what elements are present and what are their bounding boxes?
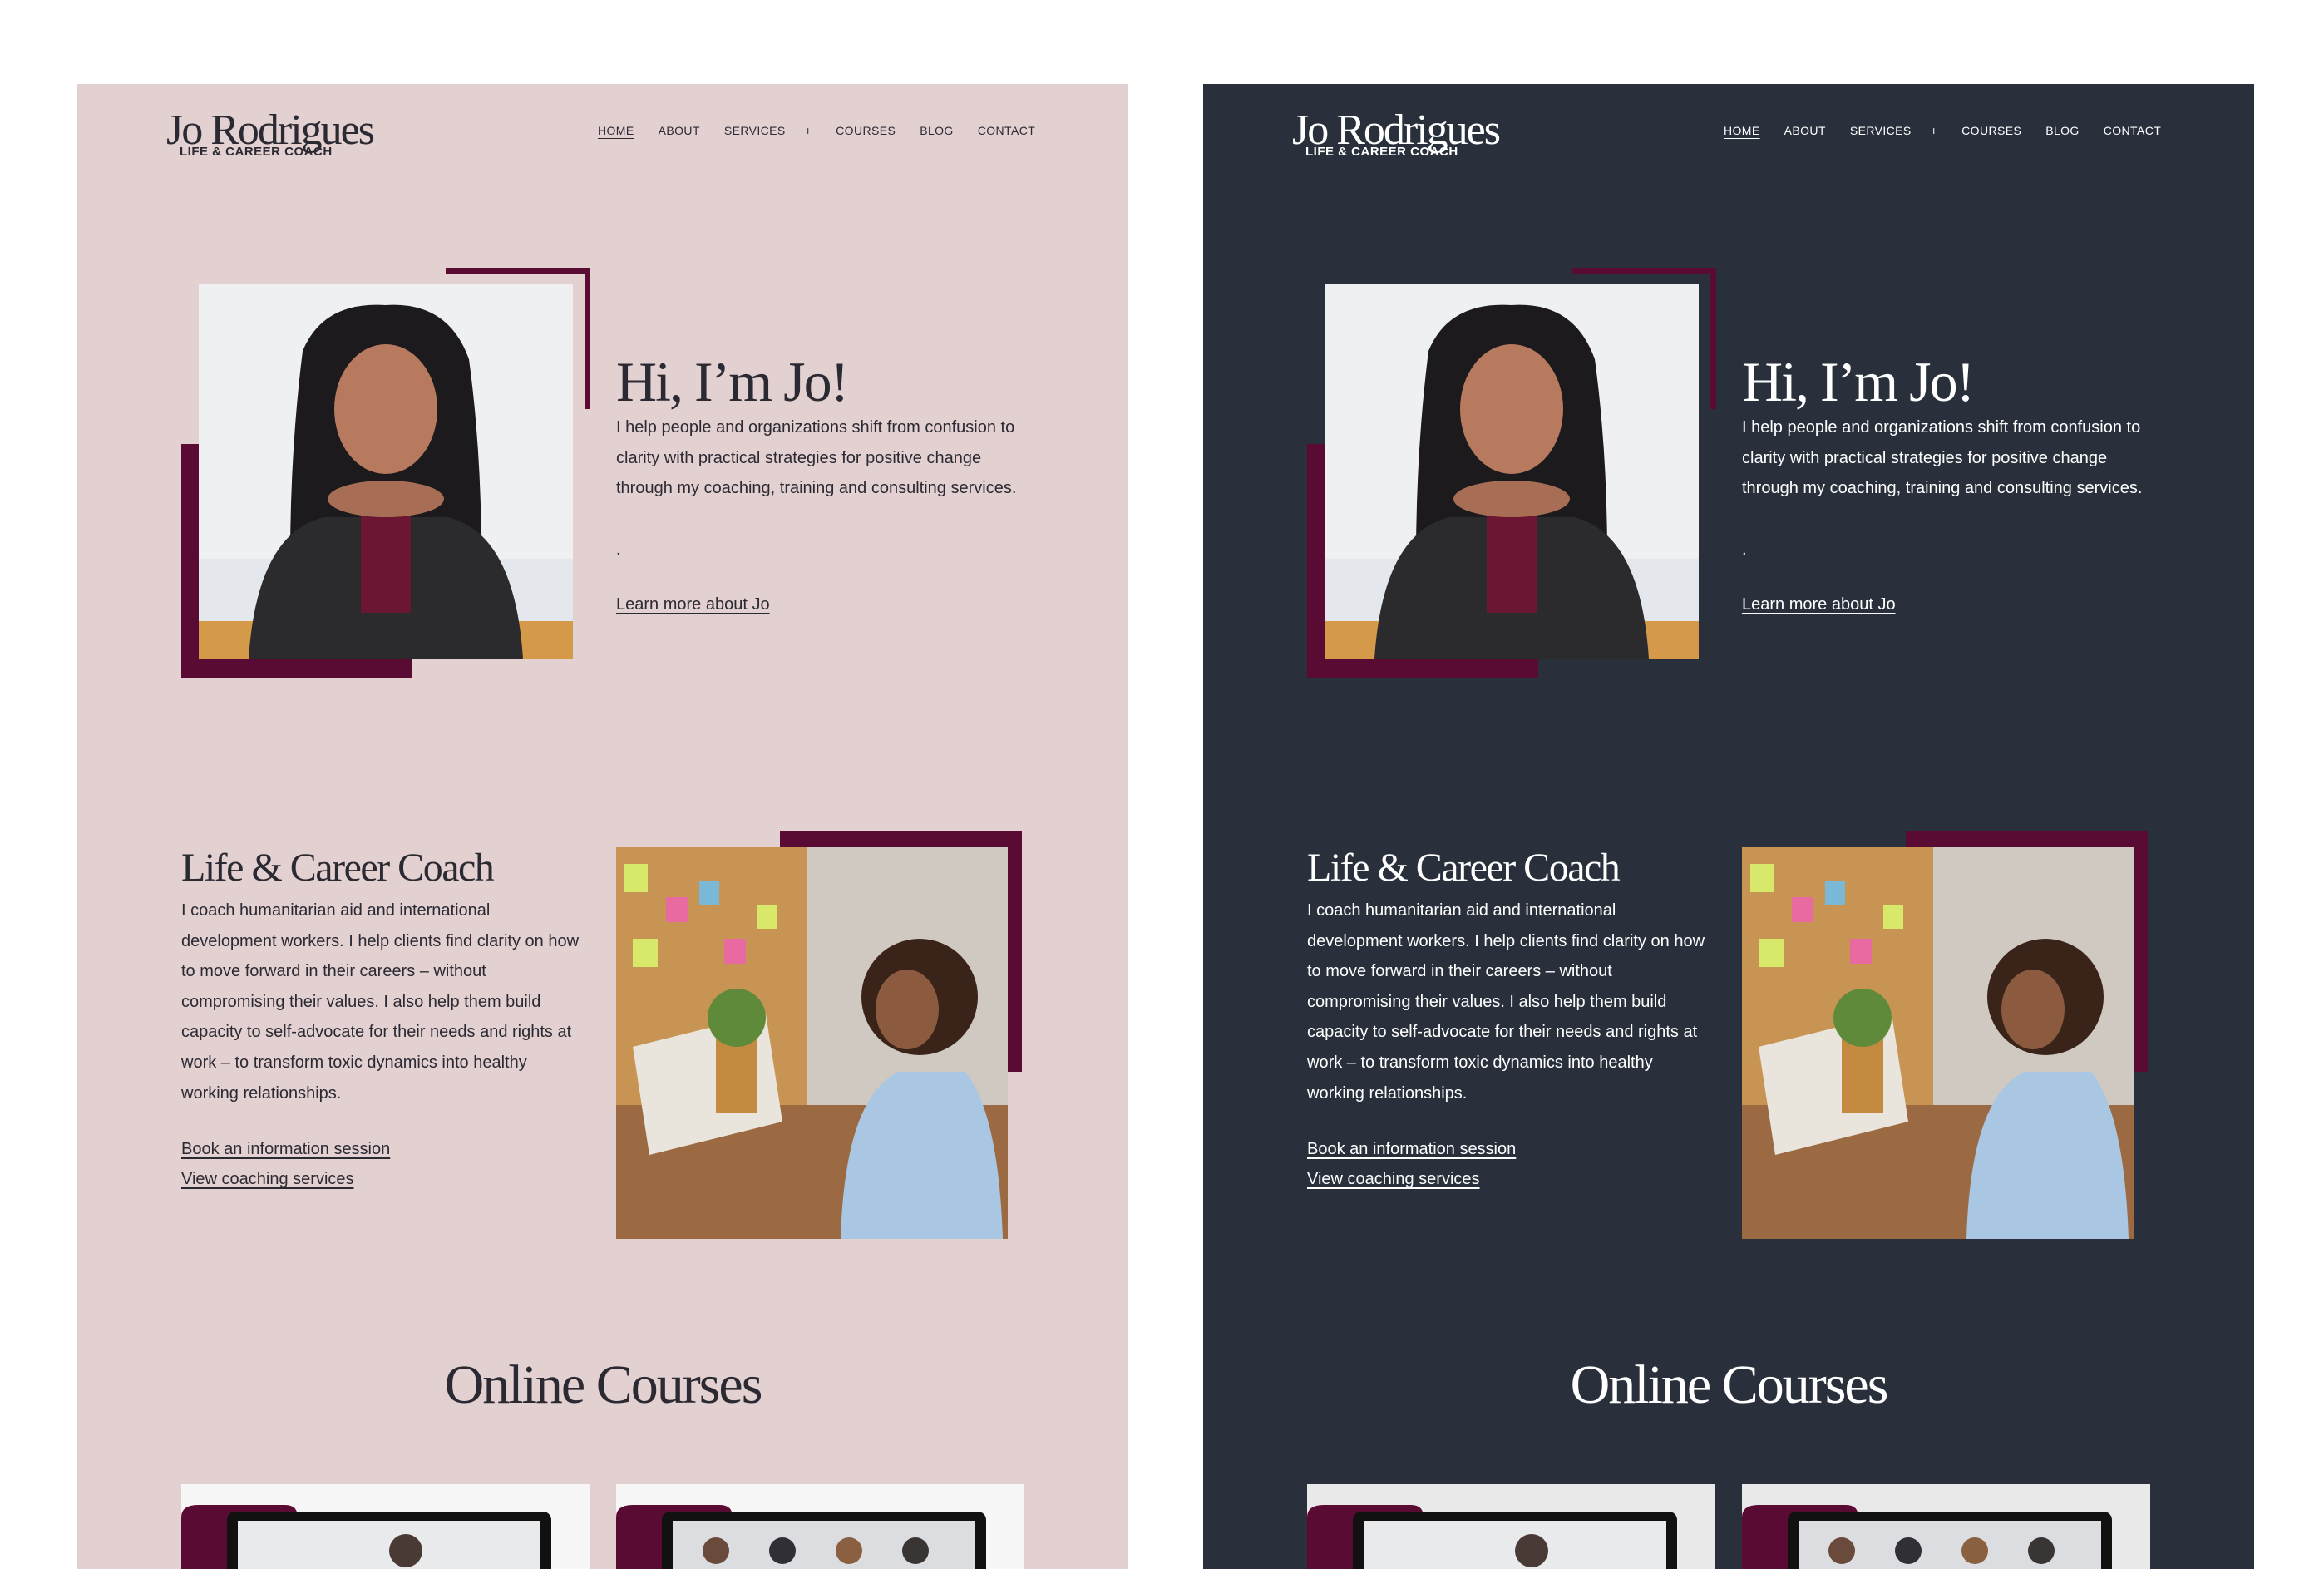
course-card[interactable]	[616, 1484, 1024, 1569]
view-services-link[interactable]: View coaching services	[181, 1170, 354, 1189]
accent-frame	[1906, 831, 2148, 847]
accent-frame	[1307, 658, 1538, 678]
nav-blog[interactable]: BLOG	[920, 124, 954, 137]
accent-frame	[181, 658, 412, 678]
coach-title: Life & Career Coach	[181, 846, 495, 890]
hero-text: I help people and organizations shift fr…	[616, 418, 1017, 498]
logo-tagline: LIFE & CAREER COACH	[180, 145, 333, 159]
courses-title: Online Courses	[444, 1354, 763, 1415]
hero-title: Hi, I’m Jo!	[616, 350, 849, 413]
accent-frame	[1710, 268, 1716, 409]
plus-icon[interactable]: +	[805, 124, 812, 137]
hero-dot: .	[1742, 540, 1747, 559]
hero-dot: .	[616, 540, 621, 559]
coach-text: I coach humanitarian aid and internation…	[1307, 901, 1705, 1103]
accent-frame	[1005, 831, 1022, 1072]
nav-contact[interactable]: CONTACT	[2104, 124, 2161, 137]
accent-frame	[2131, 831, 2148, 1072]
coaching-photo	[1742, 847, 2134, 1239]
hero-title: Hi, I’m Jo!	[1742, 350, 1975, 413]
nav-home[interactable]: HOME	[598, 124, 634, 137]
accent-frame	[780, 831, 1022, 847]
light-theme-preview: Jo Rodrigues LIFE & CAREER COACH HOME AB…	[77, 84, 1128, 1569]
logo[interactable]: Jo Rodrigues LIFE & CAREER COACH	[166, 106, 375, 159]
course-card[interactable]	[181, 1484, 590, 1569]
course-card[interactable]	[1742, 1484, 2150, 1569]
nav-services[interactable]: SERVICES	[1850, 124, 1912, 137]
plus-icon[interactable]: +	[1931, 124, 1938, 137]
nav-blog[interactable]: BLOG	[2045, 124, 2080, 137]
nav-about[interactable]: ABOUT	[659, 124, 700, 137]
nav-contact[interactable]: CONTACT	[978, 124, 1035, 137]
main-nav: HOME ABOUT SERVICES + COURSES BLOG CONTA…	[1724, 124, 2161, 137]
accent-frame	[585, 268, 590, 409]
portrait-photo	[1325, 284, 1699, 659]
nav-services[interactable]: SERVICES	[724, 124, 786, 137]
nav-courses[interactable]: COURSES	[1961, 124, 2021, 137]
courses-title: Online Courses	[1570, 1354, 1889, 1415]
course-card[interactable]	[1307, 1484, 1715, 1569]
nav-about[interactable]: ABOUT	[1784, 124, 1826, 137]
view-services-link[interactable]: View coaching services	[1307, 1170, 1480, 1189]
book-session-link[interactable]: Book an information session	[181, 1140, 390, 1159]
learn-more-link[interactable]: Learn more about Jo	[1742, 595, 1896, 614]
coach-title: Life & Career Coach	[1307, 846, 1621, 890]
logo[interactable]: Jo Rodrigues LIFE & CAREER COACH	[1292, 106, 1501, 159]
dark-theme-preview: Jo Rodrigues LIFE & CAREER COACH HOME AB…	[1203, 84, 2254, 1569]
accent-frame	[1307, 444, 1325, 678]
logo-tagline: LIFE & CAREER COACH	[1305, 145, 1458, 159]
coaching-photo	[616, 847, 1008, 1239]
book-session-link[interactable]: Book an information session	[1307, 1140, 1516, 1159]
accent-frame	[181, 444, 200, 678]
nav-home[interactable]: HOME	[1724, 124, 1760, 137]
nav-courses[interactable]: COURSES	[836, 124, 896, 137]
accent-frame	[1572, 268, 1716, 274]
hero-text: I help people and organizations shift fr…	[1742, 418, 2143, 498]
accent-frame	[446, 268, 590, 274]
learn-more-link[interactable]: Learn more about Jo	[616, 595, 770, 614]
main-nav: HOME ABOUT SERVICES + COURSES BLOG CONTA…	[598, 124, 1035, 137]
portrait-photo	[199, 284, 573, 659]
coach-text: I coach humanitarian aid and internation…	[181, 901, 580, 1103]
